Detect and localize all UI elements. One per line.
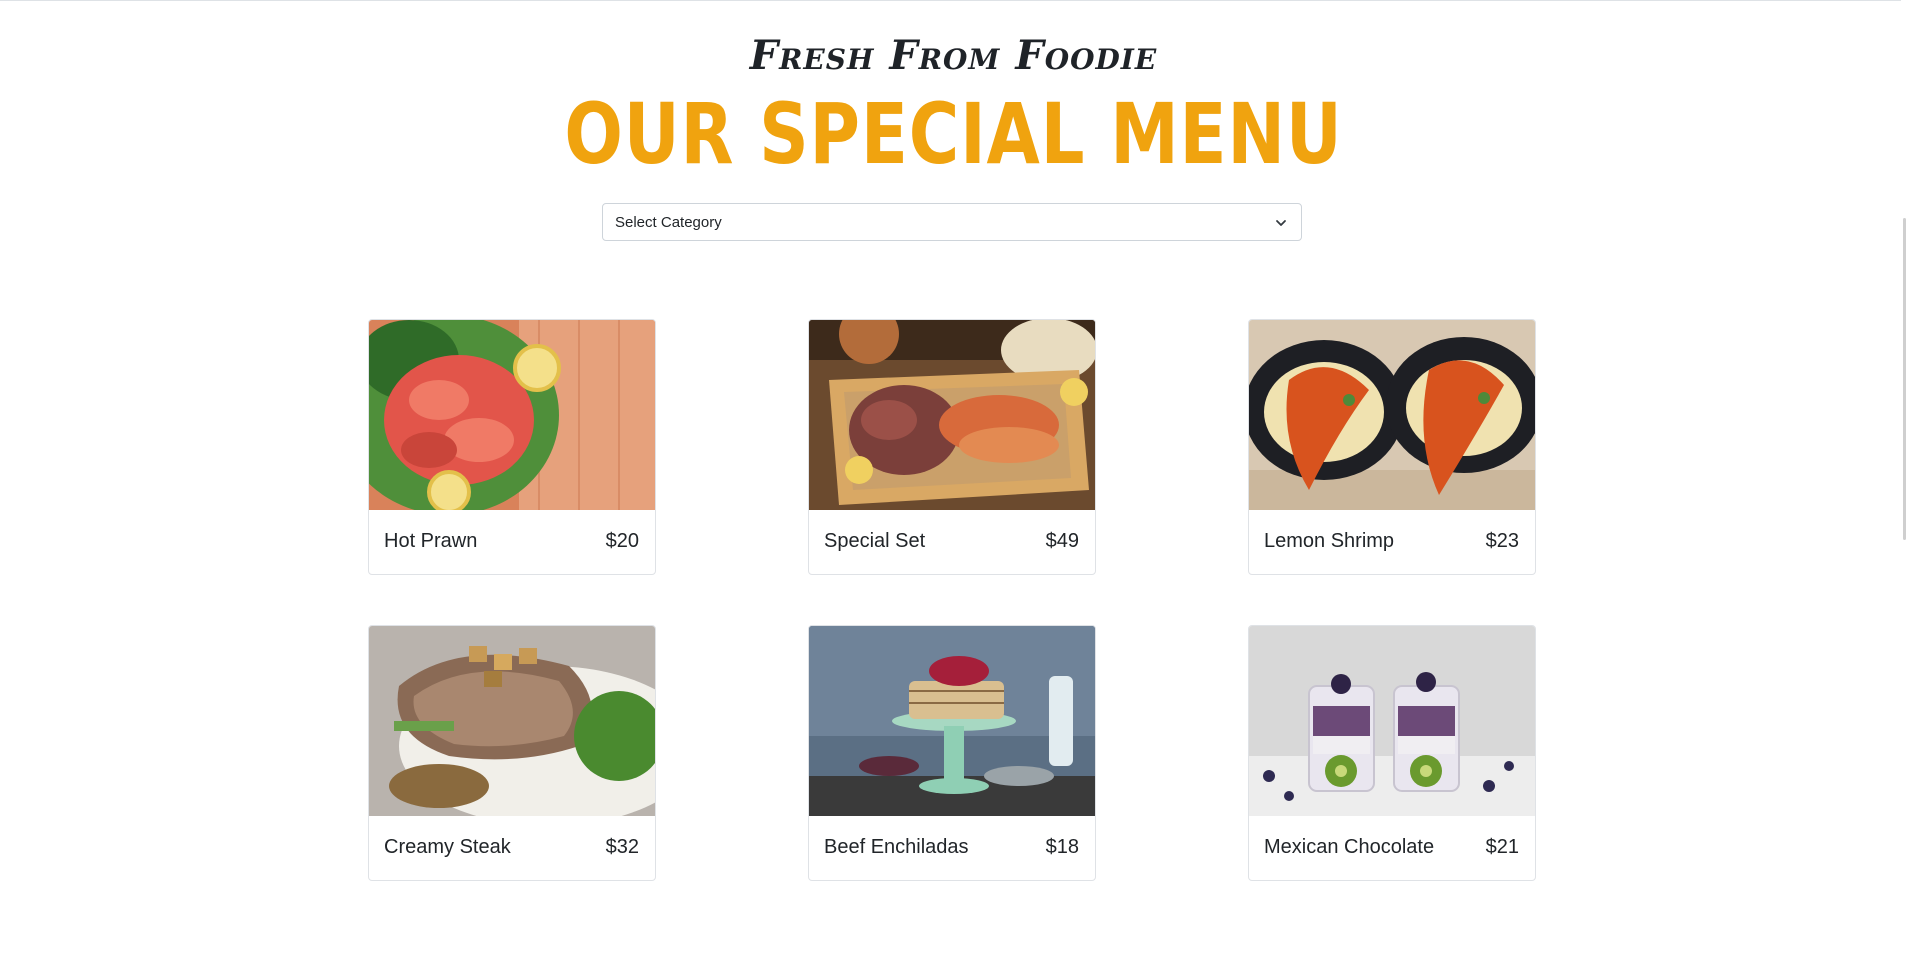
chia-pudding-photo bbox=[1249, 626, 1535, 816]
top-divider bbox=[0, 0, 1907, 1]
item-price: $20 bbox=[605, 530, 639, 552]
menu-card[interactable]: Hot Prawn $20 bbox=[368, 319, 656, 575]
item-name: Special Set bbox=[824, 530, 926, 552]
menu-card[interactable]: Creamy Steak $32 bbox=[368, 625, 656, 881]
category-select[interactable]: Select Category bbox=[602, 203, 1302, 241]
item-price: $23 bbox=[1485, 530, 1519, 552]
crepe-cake-photo bbox=[809, 626, 1095, 816]
steak-photo bbox=[369, 626, 655, 816]
item-name: Lemon Shrimp bbox=[1264, 530, 1395, 552]
menu-header: Fresh From Foodie OUR SPECIAL MENU bbox=[0, 26, 1907, 180]
seafood-platter-photo bbox=[809, 320, 1095, 510]
item-price: $21 bbox=[1485, 836, 1519, 858]
item-price: $49 bbox=[1045, 530, 1079, 552]
menu-card[interactable]: Mexican Chocolate $21 bbox=[1248, 625, 1536, 881]
lobster-photo bbox=[1249, 320, 1535, 510]
menu-card[interactable]: Special Set $49 bbox=[808, 319, 1096, 575]
item-name: Mexican Chocolate bbox=[1264, 836, 1435, 858]
item-name: Beef Enchiladas bbox=[824, 836, 969, 858]
item-name: Hot Prawn bbox=[384, 530, 478, 552]
chevron-down-icon bbox=[1276, 220, 1286, 226]
category-select-value: Select Category bbox=[615, 214, 722, 231]
prawn-photo bbox=[369, 320, 655, 510]
item-name: Creamy Steak bbox=[384, 836, 511, 858]
tagline: Fresh From Foodie bbox=[749, 32, 1158, 79]
page-title: OUR SPECIAL MENU bbox=[564, 85, 1343, 183]
menu-grid: Hot Prawn $20 Special Set $49 Lemon Shri… bbox=[368, 319, 1536, 881]
menu-card[interactable]: Lemon Shrimp $23 bbox=[1248, 319, 1536, 575]
scrollbar-thumb[interactable] bbox=[1903, 218, 1906, 540]
item-price: $18 bbox=[1045, 836, 1079, 858]
menu-card[interactable]: Beef Enchiladas $18 bbox=[808, 625, 1096, 881]
item-price: $32 bbox=[605, 836, 639, 858]
